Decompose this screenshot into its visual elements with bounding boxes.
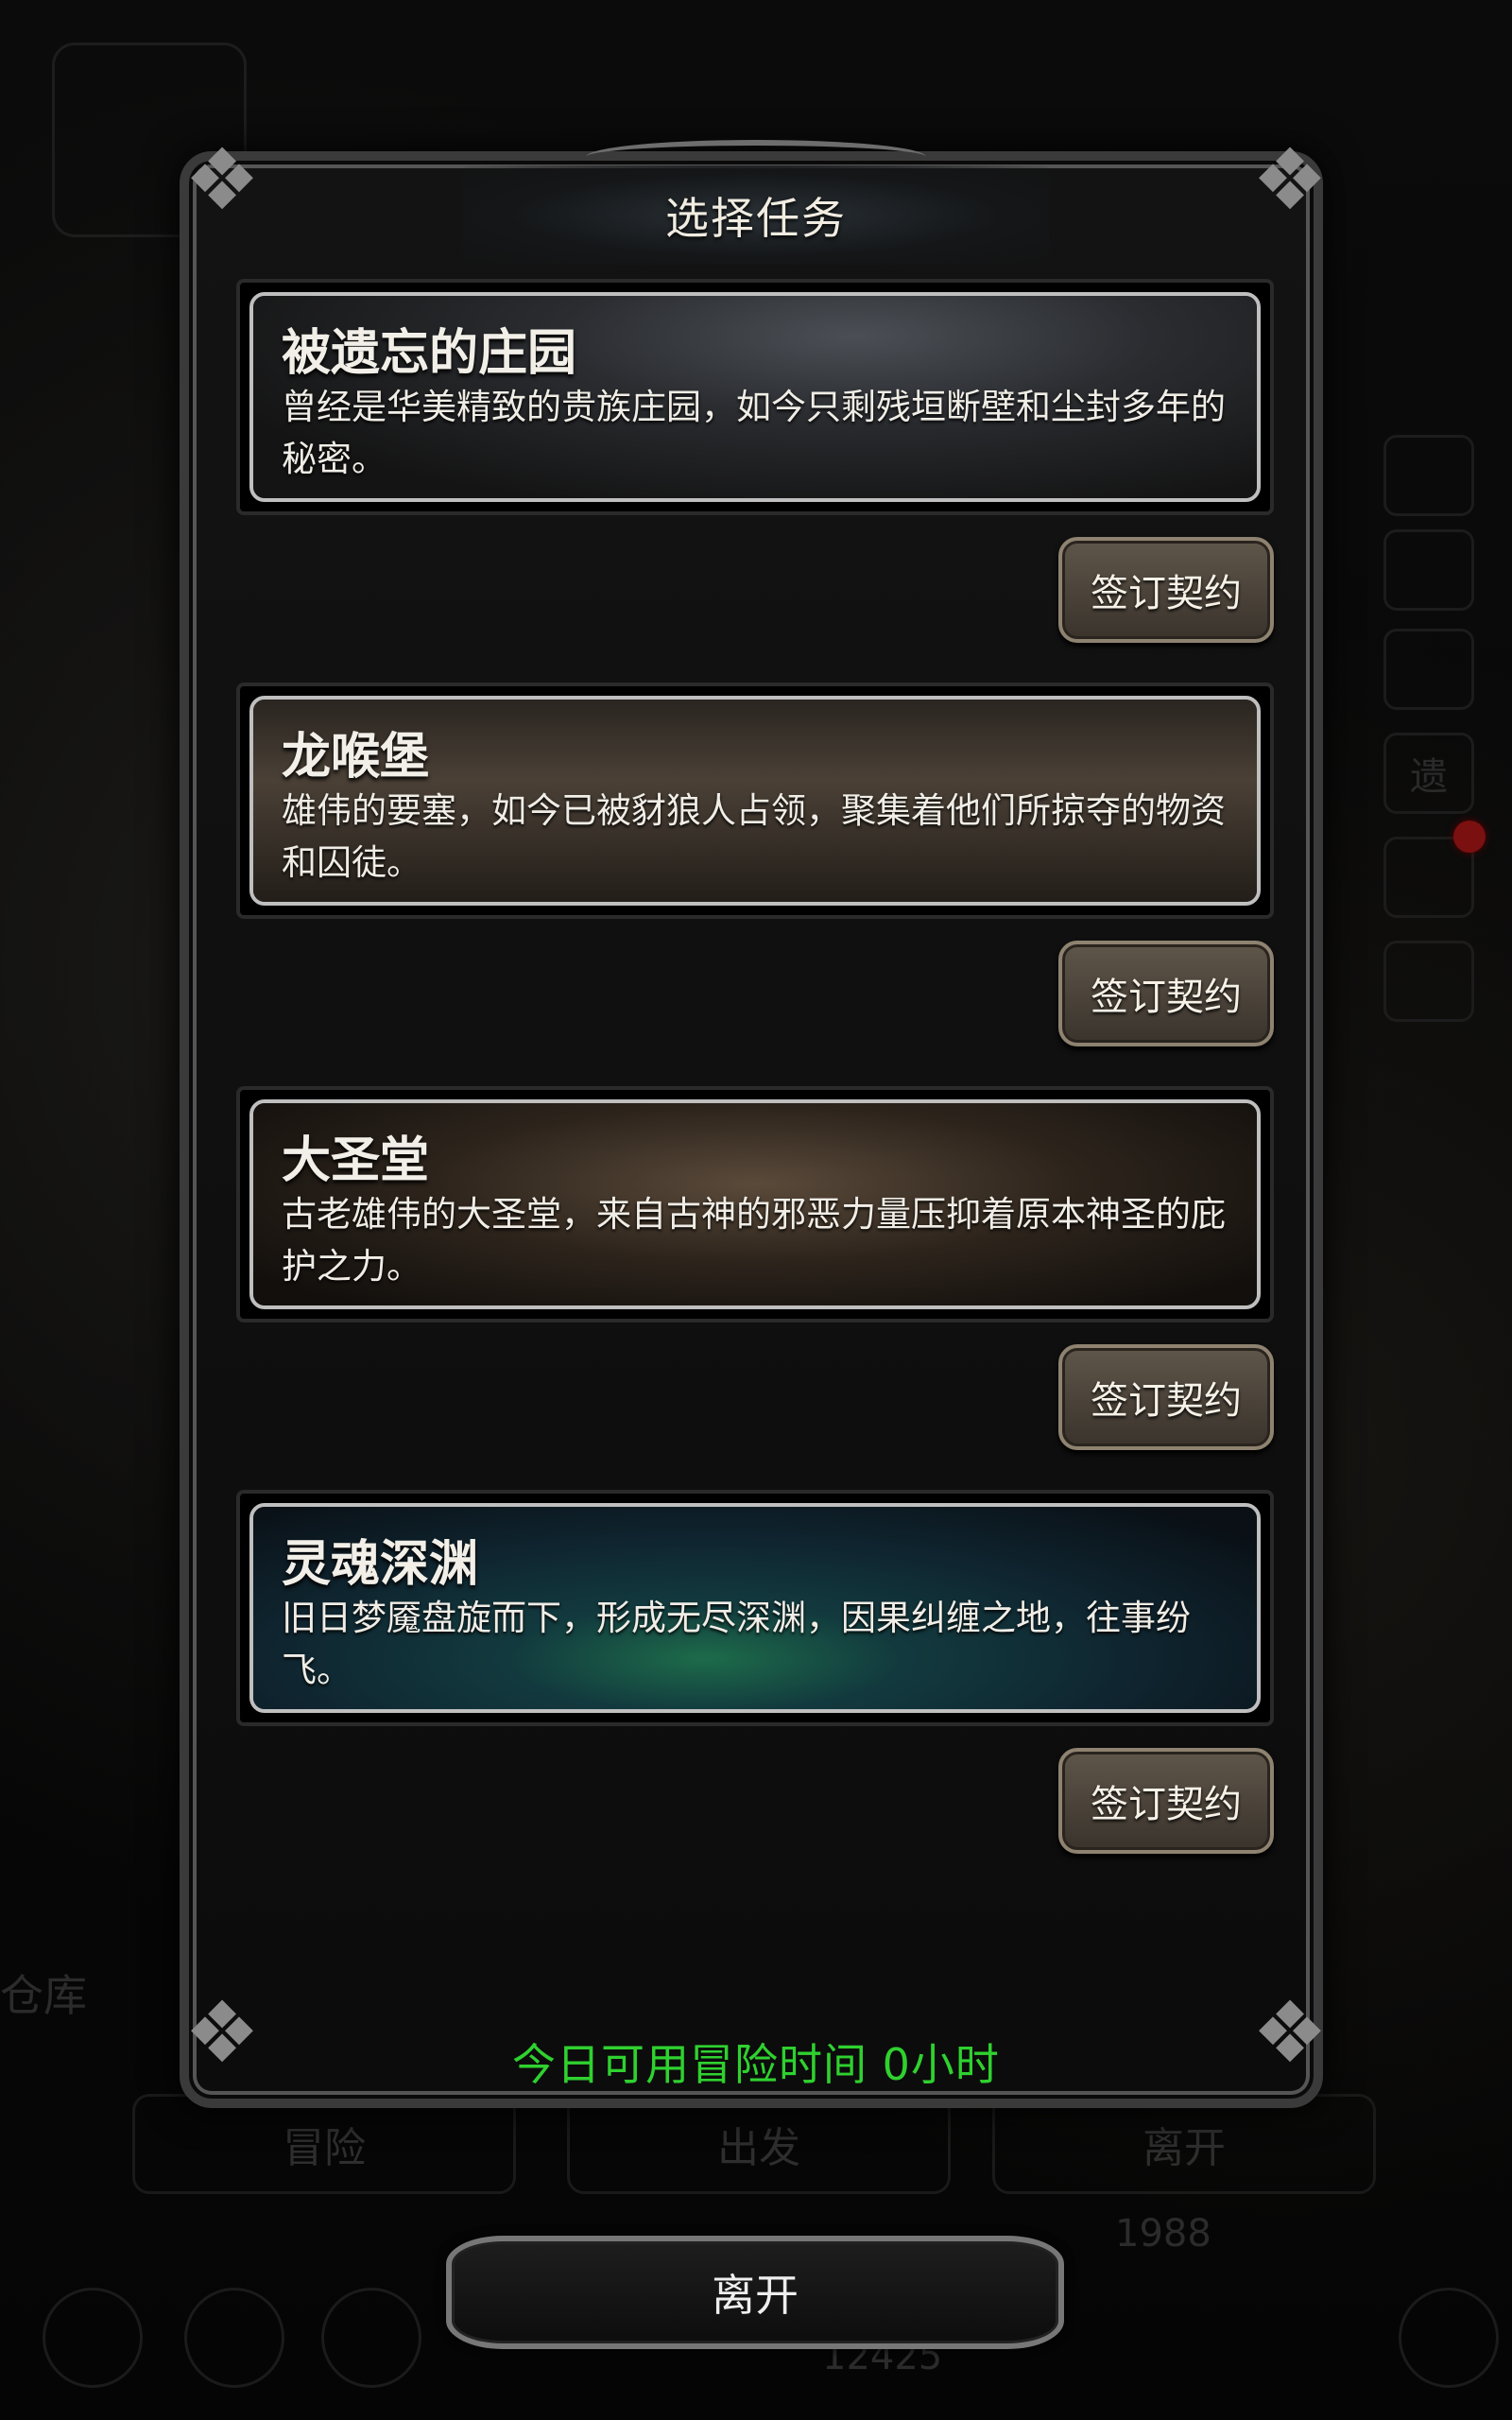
- mission-card-frame: 灵魂深渊 旧日梦魇盘旋而下，形成无尽深渊，因果纠缠之地，往事纷飞。: [249, 1503, 1261, 1713]
- mission-name: 龙喉堡: [282, 729, 430, 786]
- background-menu-icon: [43, 2288, 143, 2388]
- background-side-button: [1383, 941, 1474, 1022]
- dialog-title-bar: 选择任务: [463, 165, 1049, 265]
- ornament-corner-icon: ❖: [183, 130, 261, 230]
- mission-description: 旧日梦魇盘旋而下，形成无尽深渊，因果纠缠之地，往事纷飞。: [282, 1598, 1191, 1690]
- mission-description: 古老雄伟的大圣堂，来自古神的邪恶力量压抑着原本神圣的庇护之力。: [282, 1194, 1226, 1287]
- background-adventure-button: 冒险: [132, 2094, 516, 2194]
- leave-button[interactable]: 离开: [446, 2236, 1064, 2349]
- mission-card-forgotten-manor[interactable]: 被遗忘的庄园 曾经是华美精致的贵族庄园，如今只剩残垣断壁和尘封多年的秘密。: [236, 279, 1274, 515]
- background-side-button: [1383, 629, 1474, 710]
- mission-card-frame: 被遗忘的庄园 曾经是华美精致的贵族庄园，如今只剩残垣断壁和尘封多年的秘密。: [249, 292, 1261, 502]
- background-side-button: [1383, 435, 1474, 516]
- sign-contract-button[interactable]: 签订契约: [1058, 1748, 1274, 1854]
- mission-description: 曾经是华美精致的贵族庄园，如今只剩残垣断壁和尘封多年的秘密。: [282, 387, 1226, 479]
- background-storage-label: 仓库: [0, 1970, 87, 2021]
- background-menu-icon: [184, 2288, 284, 2388]
- notification-dot: [1453, 821, 1486, 853]
- mission-name: 灵魂深渊: [282, 1536, 479, 1593]
- mission-description: 雄伟的要塞，如今已被豺狼人占领，聚集着他们所掠夺的物资和囚徒。: [282, 790, 1226, 883]
- background-leave-button: 离开: [992, 2094, 1376, 2194]
- mission-name: 大圣堂: [282, 1132, 430, 1189]
- background-side-label: 遗: [1410, 755, 1448, 799]
- sign-contract-button[interactable]: 签订契约: [1058, 537, 1274, 643]
- available-adventure-time: 今日可用冒险时间 0小时: [512, 2039, 1000, 2090]
- mission-card-frame: 龙喉堡 雄伟的要塞，如今已被豺狼人占领，聚集着他们所掠夺的物资和囚徒。: [249, 696, 1261, 906]
- background-plus-icon: [1399, 2288, 1499, 2388]
- background-side-number: 1988: [1115, 2212, 1211, 2256]
- mission-card-cathedral[interactable]: 大圣堂 古老雄伟的大圣堂，来自古神的邪恶力量压抑着原本神圣的庇护之力。: [236, 1086, 1274, 1322]
- background-depart-button: 出发: [567, 2094, 951, 2194]
- mission-card-dragonthroat-keep[interactable]: 龙喉堡 雄伟的要塞，如今已被豺狼人占领，聚集着他们所掠夺的物资和囚徒。: [236, 683, 1274, 919]
- background-side-button: [1383, 529, 1474, 611]
- background-menu-icon: [321, 2288, 421, 2388]
- mission-name: 被遗忘的庄园: [282, 325, 577, 382]
- mission-card-frame: 大圣堂 古老雄伟的大圣堂，来自古神的邪恶力量压抑着原本神圣的庇护之力。: [249, 1099, 1261, 1309]
- sign-contract-button[interactable]: 签订契约: [1058, 1344, 1274, 1450]
- mission-card-soul-abyss[interactable]: 灵魂深渊 旧日梦魇盘旋而下，形成无尽深渊，因果纠缠之地，往事纷飞。: [236, 1490, 1274, 1726]
- ornament-corner-icon: ❖: [1251, 130, 1329, 230]
- sign-contract-button[interactable]: 签订契约: [1058, 941, 1274, 1046]
- dialog-title: 选择任务: [665, 192, 847, 244]
- background-side-button: 遗: [1383, 733, 1474, 814]
